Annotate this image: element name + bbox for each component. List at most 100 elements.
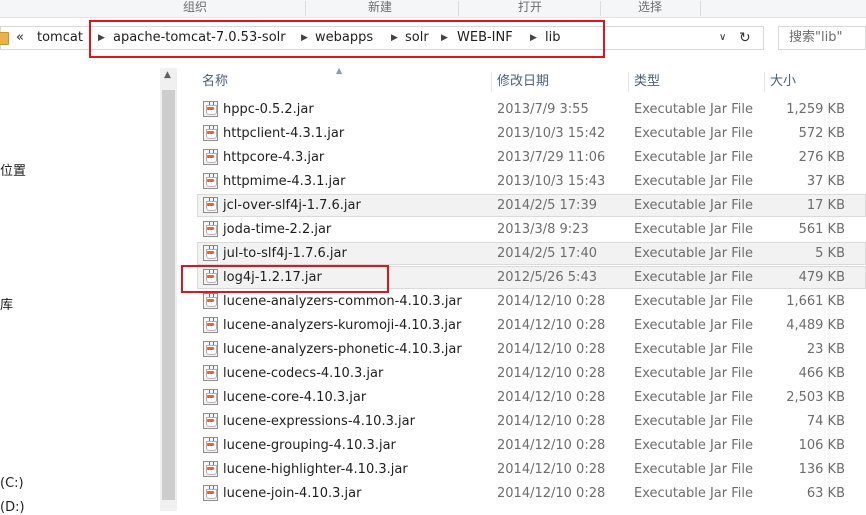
file-size: 136 KB	[798, 462, 845, 477]
file-date: 2014/12/10 0:28	[497, 342, 606, 357]
file-type: Executable Jar File	[634, 414, 753, 429]
nav-item-drive-c[interactable]: (C:)	[0, 476, 24, 491]
nav-scrollbar[interactable]: ▲	[160, 68, 177, 511]
jar-file-icon	[203, 149, 218, 165]
jar-file-icon	[203, 125, 218, 141]
file-row[interactable]: lucene-grouping-4.10.3.jar 2014/12/10 0:…	[197, 434, 866, 457]
file-row[interactable]: lucene-codecs-4.10.3.jar 2014/12/10 0:28…	[197, 362, 866, 385]
column-header-type[interactable]: 类型	[634, 70, 660, 94]
file-name: lucene-core-4.10.3.jar	[223, 390, 367, 405]
file-date: 2014/12/10 0:28	[497, 486, 606, 501]
nav-item-drive-d[interactable]: (D:)	[0, 500, 25, 515]
file-row[interactable]: httpclient-4.3.1.jar 2013/10/3 15:42 Exe…	[197, 122, 866, 145]
chevron-right-icon[interactable]: ▶	[391, 27, 398, 49]
chevron-right-icon[interactable]: ▶	[441, 27, 448, 49]
file-row[interactable]: httpmime-4.3.1.jar 2013/10/3 15:43 Execu…	[197, 170, 866, 193]
file-name: joda-time-2.2.jar	[223, 222, 332, 237]
ribbon-group-open: 打开	[517, 0, 542, 14]
file-date: 2012/5/26 5:43	[497, 270, 597, 285]
file-date: 2014/2/5 17:39	[497, 198, 597, 213]
file-row[interactable]: joda-time-2.2.jar 2013/3/8 9:23 Executab…	[197, 218, 866, 241]
jar-file-icon	[203, 101, 218, 117]
file-row-selected[interactable]: jul-to-slf4j-1.7.6.jar 2014/2/5 17:40 Ex…	[197, 242, 866, 265]
file-row[interactable]: lucene-analyzers-common-4.10.3.jar 2014/…	[197, 290, 866, 313]
jar-file-icon	[203, 317, 218, 333]
scroll-up-icon[interactable]: ▲	[164, 70, 171, 80]
file-row[interactable]: httpcore-4.3.jar 2013/7/29 11:06 Executa…	[197, 146, 866, 169]
breadcrumb-apache-tomcat[interactable]: apache-tomcat-7.0.53-solr	[113, 27, 286, 49]
jar-file-icon	[203, 245, 218, 261]
file-size: 276 KB	[798, 150, 845, 165]
column-divider[interactable]	[628, 72, 629, 92]
breadcrumb-web-inf[interactable]: WEB-INF	[457, 27, 513, 49]
jar-file-icon	[203, 485, 218, 501]
breadcrumb-tomcat[interactable]: tomcat	[37, 27, 83, 49]
file-row[interactable]: lucene-analyzers-kuromoji-4.10.3.jar 201…	[197, 314, 866, 337]
file-date: 2013/3/8 9:23	[497, 222, 589, 237]
file-type: Executable Jar File	[634, 318, 753, 333]
file-type: Executable Jar File	[634, 294, 753, 309]
file-row[interactable]: lucene-highlighter-4.10.3.jar 2014/12/10…	[197, 458, 866, 481]
file-name: lucene-join-4.10.3.jar	[223, 486, 362, 501]
jar-file-icon	[203, 221, 218, 237]
nav-item-fragment[interactable]: 位置	[0, 160, 26, 179]
file-date: 2014/12/10 0:28	[497, 366, 606, 381]
breadcrumb-webapps[interactable]: webapps	[315, 27, 373, 49]
ribbon-group-new: 新建	[367, 0, 392, 14]
file-size: 63 KB	[806, 486, 845, 501]
search-placeholder: 搜索"lib"	[789, 30, 843, 45]
file-row[interactable]: lucene-analyzers-phonetic-4.10.3.jar 201…	[197, 338, 866, 361]
file-name: lucene-analyzers-kuromoji-4.10.3.jar	[223, 318, 462, 333]
nav-item-fragment[interactable]: 库	[0, 294, 13, 313]
breadcrumb-solr[interactable]: solr	[405, 27, 429, 49]
column-header-size[interactable]: 大小	[770, 70, 796, 94]
file-type: Executable Jar File	[634, 126, 753, 141]
address-bar[interactable]: « tomcat ▶ apache-tomcat-7.0.53-solr ▶ w…	[0, 26, 764, 50]
jar-file-icon	[203, 173, 218, 189]
column-divider[interactable]	[491, 72, 492, 92]
file-date: 2013/7/29 11:06	[497, 150, 606, 165]
file-name: jul-to-slf4j-1.7.6.jar	[223, 246, 347, 261]
file-date: 2014/12/10 0:28	[497, 294, 606, 309]
chevron-right-icon[interactable]: ▶	[301, 27, 308, 49]
column-header-date[interactable]: 修改日期	[497, 70, 549, 94]
file-date: 2013/10/3 15:42	[497, 126, 606, 141]
column-header-name[interactable]: 名称	[202, 70, 228, 94]
column-divider[interactable]	[764, 72, 765, 92]
file-size: 23 KB	[806, 342, 845, 357]
file-size: 17 KB	[806, 198, 845, 213]
breadcrumb-overflow[interactable]: «	[16, 27, 24, 49]
navigation-pane: 位置 库 (C:) (D:)	[0, 68, 160, 515]
file-size: 1,661 KB	[786, 294, 845, 309]
file-name: lucene-expressions-4.10.3.jar	[223, 414, 415, 429]
file-name: httpmime-4.3.1.jar	[223, 174, 346, 189]
file-row-selected[interactable]: log4j-1.2.17.jar 2012/5/26 5:43 Executab…	[197, 266, 866, 289]
file-size: 479 KB	[798, 270, 845, 285]
file-row[interactable]: lucene-join-4.10.3.jar 2014/12/10 0:28 E…	[197, 482, 866, 505]
file-row[interactable]: hppc-0.5.2.jar 2013/7/9 3:55 Executable …	[197, 98, 866, 121]
file-date: 2014/12/10 0:28	[497, 390, 606, 405]
file-row[interactable]: lucene-core-4.10.3.jar 2014/12/10 0:28 E…	[197, 386, 866, 409]
file-row-selected[interactable]: jcl-over-slf4j-1.7.6.jar 2014/2/5 17:39 …	[197, 194, 866, 217]
file-date: 2013/7/9 3:55	[497, 102, 589, 117]
file-name: httpcore-4.3.jar	[223, 150, 325, 165]
file-row[interactable]: lucene-expressions-4.10.3.jar 2014/12/10…	[197, 410, 866, 433]
chevron-right-icon[interactable]: ▶	[530, 27, 537, 49]
jar-file-icon	[203, 413, 218, 429]
file-name: log4j-1.2.17.jar	[223, 270, 322, 285]
jar-file-icon	[203, 437, 218, 453]
jar-file-icon	[203, 461, 218, 477]
ribbon-group-labels: 组织 新建 打开 选择	[0, 0, 866, 18]
address-dropdown-icon[interactable]: ∨	[719, 27, 726, 49]
refresh-icon[interactable]: ↻	[739, 27, 751, 49]
file-date: 2014/12/10 0:28	[497, 414, 606, 429]
chevron-right-icon[interactable]: ▶	[98, 27, 105, 49]
ribbon-divider	[305, 1, 306, 16]
file-date: 2014/12/10 0:28	[497, 438, 606, 453]
breadcrumb-lib[interactable]: lib	[545, 27, 560, 49]
scrollbar-thumb[interactable]	[162, 90, 175, 500]
file-type: Executable Jar File	[634, 150, 753, 165]
ribbon-group-organize: 组织	[182, 0, 207, 14]
search-input[interactable]: 搜索"lib"	[778, 26, 866, 50]
file-type: Executable Jar File	[634, 438, 753, 453]
